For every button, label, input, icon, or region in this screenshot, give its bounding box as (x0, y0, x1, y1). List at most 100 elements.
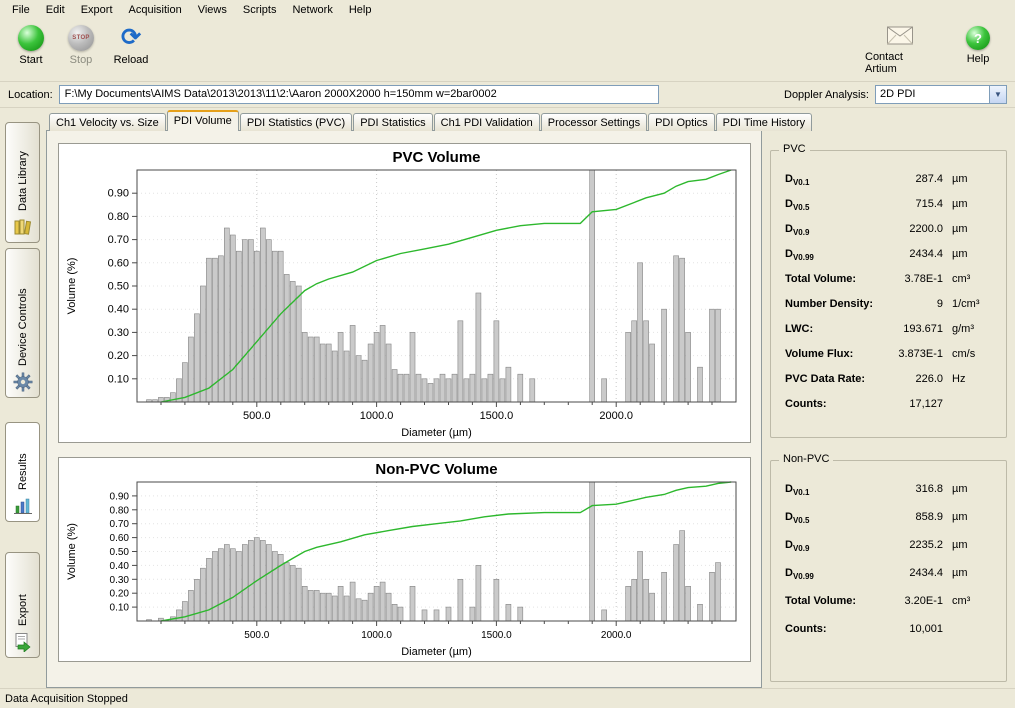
reload-label: Reload (114, 54, 149, 66)
svg-text:0.90: 0.90 (107, 188, 128, 200)
stat-value: 17,127 (881, 398, 943, 410)
stat-value: 2200.0 (881, 223, 943, 235)
svg-text:Diameter (µm): Diameter (µm) (401, 646, 472, 658)
location-label: Location: (8, 89, 53, 101)
menu-item-network[interactable]: Network (284, 2, 340, 18)
stat-unit: cm³ (952, 595, 998, 607)
nonpvc-stats-title: Non-PVC (779, 453, 833, 465)
tab-ch1-velocity-vs-size[interactable]: Ch1 Velocity vs. Size (49, 113, 166, 131)
stats-pane: PVC DV0.1287.4µmDV0.5715.4µmDV0.92200.0µ… (762, 108, 1015, 688)
tab-pdi-volume[interactable]: PDI Volume (167, 110, 239, 131)
stat-value: 3.78E-1 (881, 273, 943, 285)
stat-unit: Hz (952, 373, 998, 385)
stat-label: DV0.9 (785, 223, 809, 237)
stat-label: DV0.9 (785, 539, 809, 553)
tab-pdi-statistics-pvc[interactable]: PDI Statistics (PVC) (240, 113, 352, 131)
svg-text:0.70: 0.70 (107, 234, 128, 246)
stat-row: DV0.992434.4µm (771, 567, 1006, 595)
sidebar-item-export[interactable]: Export (5, 552, 40, 658)
stat-value: 2434.4 (881, 567, 943, 579)
svg-text:1000.0: 1000.0 (361, 630, 392, 641)
tab-pdi-statistics[interactable]: PDI Statistics (353, 113, 432, 131)
menu-item-scripts[interactable]: Scripts (235, 2, 285, 18)
sidebar-item-data-library[interactable]: Data Library (5, 122, 40, 243)
svg-text:0.90: 0.90 (109, 491, 129, 502)
nonpvc-stats-panel: Non-PVC DV0.1316.8µmDV0.5858.9µmDV0.9223… (770, 460, 1007, 682)
nonpvc-volume-chart-box: 500.01000.01500.02000.00.100.200.300.400… (58, 457, 751, 662)
stat-row: DV0.1287.4µm (771, 173, 1006, 198)
tab-ch1-pdi-validation[interactable]: Ch1 PDI Validation (434, 113, 540, 131)
stat-label: DV0.99 (785, 567, 814, 581)
status-bar: Data Acquisition Stopped (0, 688, 1015, 708)
pvc-volume-chart: 500.01000.01500.02000.00.100.200.300.400… (59, 144, 750, 442)
pvc-stats-panel: PVC DV0.1287.4µmDV0.5715.4µmDV0.92200.0µ… (770, 150, 1007, 438)
stat-row: DV0.92200.0µm (771, 223, 1006, 248)
svg-text:0.50: 0.50 (109, 547, 129, 558)
stat-row: Counts:17,127 (771, 398, 1006, 423)
stat-row: Number Density:91/cm³ (771, 298, 1006, 323)
help-button[interactable]: ? Help (955, 26, 1001, 75)
svg-text:Volume (%): Volume (%) (66, 523, 78, 580)
sidebar-item-label: Results (17, 423, 29, 496)
svg-text:0.40: 0.40 (107, 304, 128, 316)
sidebar-item-label: Device Controls (17, 249, 29, 372)
svg-text:2000.0: 2000.0 (599, 410, 633, 422)
svg-text:0.50: 0.50 (107, 281, 128, 293)
results-chart-icon (13, 496, 33, 516)
svg-text:0.20: 0.20 (109, 589, 129, 600)
stat-value: 316.8 (881, 483, 943, 495)
stat-unit: µm (952, 483, 998, 495)
start-icon (18, 25, 44, 51)
menu-item-file[interactable]: File (4, 2, 38, 18)
reload-icon: ⟳ (121, 25, 141, 51)
stop-button[interactable]: STOP Stop (58, 25, 104, 66)
start-button[interactable]: Start (8, 25, 54, 66)
menu-item-acquisition[interactable]: Acquisition (121, 2, 190, 18)
stat-value: 226.0 (881, 373, 943, 385)
svg-text:0.70: 0.70 (109, 519, 129, 530)
stat-unit: µm (952, 511, 998, 523)
svg-text:Diameter (µm): Diameter (µm) (401, 427, 472, 439)
stat-unit: 1/cm³ (952, 298, 998, 310)
svg-text:0.60: 0.60 (107, 257, 128, 269)
stat-label: LWC: (785, 323, 813, 337)
status-text: Data Acquisition Stopped (5, 693, 128, 705)
svg-text:0.80: 0.80 (109, 505, 129, 516)
tab-processor-settings[interactable]: Processor Settings (541, 113, 647, 131)
stat-row: Total Volume:3.20E-1cm³ (771, 595, 1006, 623)
sidebar-item-label: Export (17, 553, 29, 632)
tab-pdi-optics[interactable]: PDI Optics (648, 113, 715, 131)
stat-value: 715.4 (881, 198, 943, 210)
menu-item-views[interactable]: Views (190, 2, 235, 18)
menu-item-help[interactable]: Help (341, 2, 380, 18)
envelope-icon (887, 26, 913, 48)
contact-artium-label: Contact Artium (865, 51, 935, 75)
tab-pdi-time-history[interactable]: PDI Time History (716, 113, 813, 131)
stat-row: DV0.5858.9µm (771, 511, 1006, 539)
svg-text:500.0: 500.0 (243, 410, 271, 422)
stat-label: Volume Flux: (785, 348, 853, 362)
stat-unit: µm (952, 539, 998, 551)
svg-text:2000.0: 2000.0 (600, 630, 631, 641)
stat-row: Total Volume:3.78E-1cm³ (771, 273, 1006, 298)
nonpvc-volume-chart: 500.01000.01500.02000.00.100.200.300.400… (59, 458, 750, 661)
doppler-analysis-value: 2D PDI (876, 86, 989, 103)
menu-item-export[interactable]: Export (73, 2, 121, 18)
svg-text:0.40: 0.40 (109, 561, 129, 572)
contact-artium-button[interactable]: Contact Artium (865, 26, 935, 75)
reload-button[interactable]: ⟳ Reload (108, 25, 154, 66)
sidebar-item-device-controls[interactable]: Device Controls (5, 248, 40, 398)
stat-value: 9 (881, 298, 943, 310)
location-input[interactable]: F:\My Documents\AIMS Data\2013\2013\11\2… (59, 85, 659, 104)
stat-unit: µm (952, 248, 998, 260)
tab-bar: Ch1 Velocity vs. SizePDI VolumePDI Stati… (46, 108, 762, 130)
menu-item-edit[interactable]: Edit (38, 2, 73, 18)
stat-label: DV0.5 (785, 511, 809, 525)
stat-label: Total Volume: (785, 595, 856, 609)
chevron-down-icon: ▼ (989, 86, 1006, 103)
doppler-analysis-select[interactable]: 2D PDI ▼ (875, 85, 1007, 104)
stat-label: DV0.5 (785, 198, 809, 212)
svg-text:1000.0: 1000.0 (359, 410, 393, 422)
pvc-stats-title: PVC (779, 143, 810, 155)
sidebar-item-results[interactable]: Results (5, 422, 40, 522)
